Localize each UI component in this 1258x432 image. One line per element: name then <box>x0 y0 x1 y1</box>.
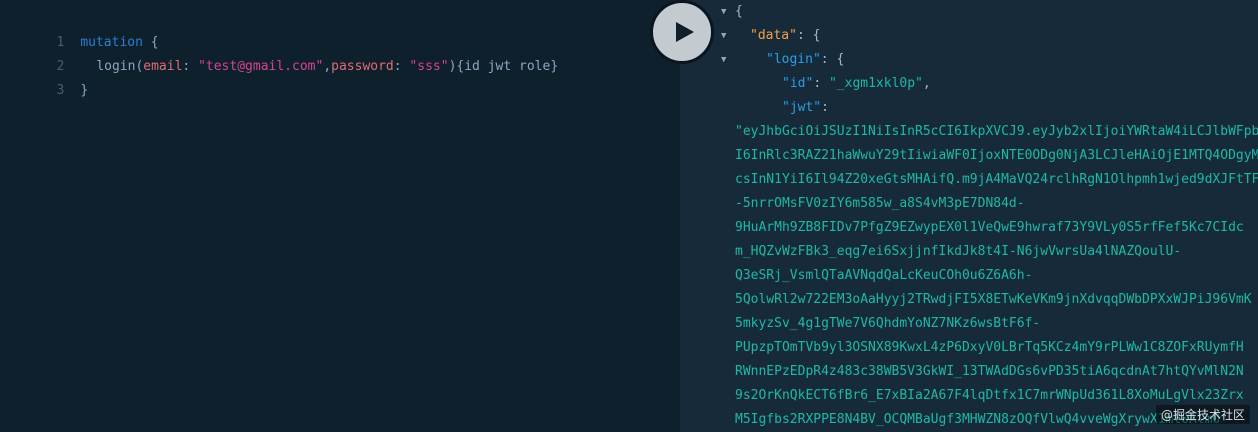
result-line: { <box>735 0 743 24</box>
colon: : <box>813 76 829 91</box>
password-value: "sss" <box>409 59 449 74</box>
jwt-value-line: -5nrrOMsFV0zIY6m585w_a8S4vM3pE7DN84d- <box>735 196 1025 211</box>
jwt-value-line: 5QolwRl2w722EM3oAaHyyj2TRwdjFI5X8ETwKeVK… <box>735 292 1252 307</box>
jwt-value-line: 5mkyzSv_4g1gTWe7V6QhdmYoNZ7NKz6wsBtF6f- <box>735 316 1041 331</box>
editor-line: 1 mutation { <box>0 7 158 50</box>
colon-brace: : { <box>796 28 821 43</box>
password-arg: password <box>331 59 394 74</box>
editor-line: 2 login(email: "test@gmail.com",password:… <box>0 31 558 74</box>
id-value: "_xgm1xkl0p" <box>828 76 923 91</box>
data-key: "data" <box>750 28 797 43</box>
result-line: "id": "_xgm1xkl0p", <box>782 72 931 96</box>
jwt-value-line: PUpzpTOmTVb9yl3OSNX89KwxL4zP6DxyV0LBrTq5… <box>735 340 1244 355</box>
result-line: "data": { <box>750 24 820 48</box>
colon: : <box>821 100 837 115</box>
collapse-caret-icon[interactable]: ▼ <box>721 48 731 72</box>
comma: , <box>922 76 931 91</box>
jwt-value-line: "eyJhbGciOiJSUzI1NiIsInR5cCI6IkpXVCJ9.ey… <box>735 124 1258 139</box>
email-arg: email <box>143 59 183 74</box>
id-key: "id" <box>782 76 814 91</box>
email-value: "test@gmail.com" <box>198 59 324 74</box>
login-key: "login" <box>766 52 821 67</box>
comma: , <box>323 59 332 74</box>
query-editor[interactable]: 1 mutation { 2 login(email: "test@gmail.co… <box>0 0 680 432</box>
colon-brace: : { <box>820 52 845 67</box>
result-line: "jwt": <box>782 96 837 120</box>
result-panel[interactable]: ▼ { ▼ "data": { ▼ "login": { "id": "_xgm… <box>680 0 1258 432</box>
selection-fields: id jwt role <box>464 59 551 74</box>
collapse-caret-icon[interactable]: ▼ <box>721 0 731 24</box>
result-line: "login": { <box>766 48 844 72</box>
jwt-key: "jwt" <box>782 100 822 115</box>
jwt-value-line: M5Igfbs2RXPPE8N4BV_OCQMBaUgf3MHWZN8zOQfV… <box>735 412 1221 427</box>
jwt-value-line: 9HuArMh9ZB8FIDv7PfgZ9EZwypEX0l1VeQwE9hwr… <box>735 220 1244 235</box>
login-field: login <box>96 59 136 74</box>
jwt-value-line: Q3eSRj_VsmlQTaAVNqdQaLcKeuCOh0u6Z6A6h- <box>735 268 1033 283</box>
play-icon <box>675 22 694 42</box>
brace: } <box>550 59 559 74</box>
colon: : <box>182 59 199 74</box>
jwt-value-line: csInN1YiI6Il94Z20xeGtsMHAifQ.m9jA4MaVQ24… <box>735 172 1258 187</box>
editor-line: 3} <box>0 55 88 98</box>
brace: { <box>735 4 743 19</box>
colon: : <box>393 59 410 74</box>
watermark: @掘金技术社区 <box>1155 405 1250 424</box>
paren-close: ){ <box>448 59 465 74</box>
jwt-value-line: I6InRlc3RAZ21haWwuY29tIiwiaWF0IjoxNTE0OD… <box>735 148 1258 163</box>
collapse-caret-icon[interactable]: ▼ <box>721 24 731 48</box>
jwt-value-line: m_HQZvWzFBk3_eqg7ei6SxjjnfIkdJk8t4I-N6jw… <box>735 244 1182 259</box>
brace: } <box>80 83 89 98</box>
line-number: 3 <box>56 83 65 98</box>
jwt-value-line: RWnnEPzEDpR4z483c38WB5V3GkWI_13TWAdDGs6v… <box>735 364 1244 379</box>
execute-query-button[interactable] <box>650 0 714 64</box>
